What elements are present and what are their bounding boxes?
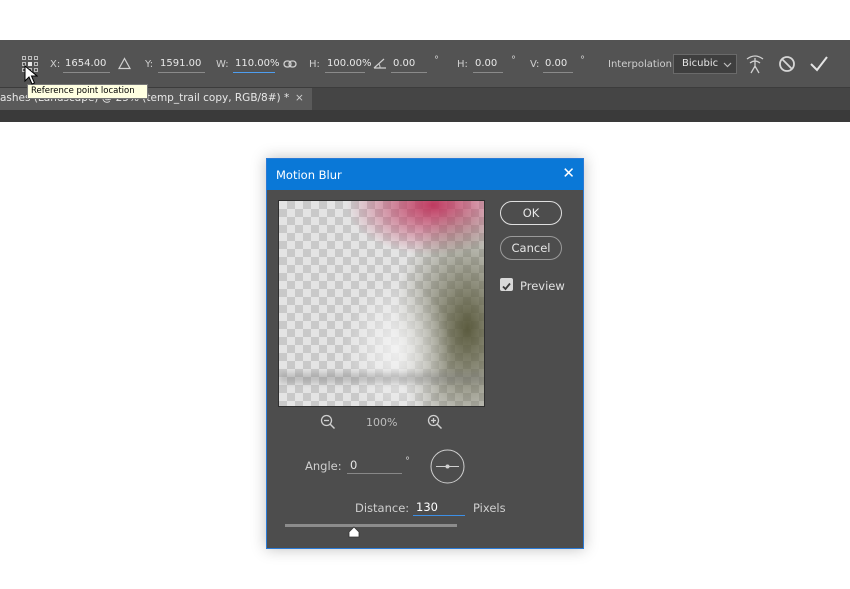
vertical-skew-field[interactable]: 0.00 xyxy=(543,57,573,73)
tab-close-icon[interactable]: × xyxy=(295,92,304,104)
x-label: X: xyxy=(50,59,61,70)
dialog-title: Motion Blur xyxy=(276,168,342,182)
ok-button[interactable]: OK xyxy=(500,201,562,225)
warp-mode-icon[interactable] xyxy=(745,53,765,75)
angle-input[interactable]: 0 xyxy=(347,457,402,474)
tooltip: Reference point location xyxy=(27,84,148,99)
x-position-field[interactable]: 1654.00 px xyxy=(63,57,110,73)
hskew-degree-unit: ° xyxy=(511,55,516,66)
vskew-degree-unit: ° xyxy=(580,55,585,66)
preview-label[interactable]: Preview xyxy=(520,279,565,293)
hskew-label: H: xyxy=(457,59,468,70)
preview-checkbox[interactable] xyxy=(500,278,513,291)
chevron-down-icon xyxy=(723,62,732,68)
motion-blur-dialog: Motion Blur ✕ 100% OK Cancel Preview Ang… xyxy=(266,158,584,549)
width-field[interactable]: 110.00% xyxy=(233,57,280,73)
h-label: H: xyxy=(309,59,320,70)
dialog-titlebar[interactable]: Motion Blur ✕ xyxy=(267,159,583,190)
distance-input[interactable]: 130 xyxy=(413,499,465,516)
horizontal-skew-field[interactable]: 0.00 xyxy=(473,57,503,73)
angle-degree-unit: ° xyxy=(405,456,410,467)
interpolation-label: Interpolation: xyxy=(608,59,676,70)
checkmark-icon xyxy=(502,282,511,291)
triangle-delta-icon[interactable] xyxy=(118,57,131,70)
interpolation-value: Bicubic xyxy=(682,58,719,69)
ruler-strip xyxy=(0,110,850,122)
distance-label: Distance: xyxy=(355,501,410,515)
close-icon[interactable]: ✕ xyxy=(562,166,575,181)
cancel-transform-icon[interactable] xyxy=(778,55,796,73)
y-position-field[interactable]: 1591.00 px xyxy=(158,57,205,73)
preview-streak xyxy=(279,373,484,383)
rotate-field[interactable]: 0.00 xyxy=(391,57,427,73)
angle-dial[interactable] xyxy=(430,449,465,484)
cancel-button[interactable]: Cancel xyxy=(500,236,562,260)
vskew-label: V: xyxy=(530,59,540,70)
interpolation-dropdown[interactable]: Bicubic xyxy=(673,54,737,74)
mouse-pointer-icon xyxy=(24,65,38,85)
filter-preview-image[interactable] xyxy=(278,200,485,407)
zoom-in-icon[interactable] xyxy=(427,414,443,430)
distance-slider-track[interactable] xyxy=(285,524,457,527)
photoshop-window: X: 1654.00 px Y: 1591.00 px W: 110.00% H… xyxy=(0,0,850,589)
transform-options-bar: X: 1654.00 px Y: 1591.00 px W: 110.00% H… xyxy=(0,40,850,88)
w-label: W: xyxy=(216,59,229,70)
distance-unit: Pixels xyxy=(473,501,506,515)
angle-icon xyxy=(373,58,386,69)
distance-slider-thumb[interactable] xyxy=(348,526,360,538)
y-label: Y: xyxy=(145,59,154,70)
angle-label: Angle: xyxy=(305,459,342,473)
rotate-degree-unit: ° xyxy=(434,55,439,66)
height-field[interactable]: 100.00% xyxy=(325,57,372,73)
zoom-out-icon[interactable] xyxy=(320,414,336,430)
commit-transform-icon[interactable] xyxy=(809,55,829,73)
zoom-percentage: 100% xyxy=(366,416,398,429)
chain-link-icon[interactable] xyxy=(283,59,297,69)
